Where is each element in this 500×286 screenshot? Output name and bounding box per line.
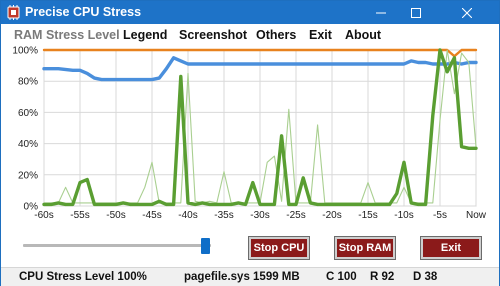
y-tick-label: 20% (18, 170, 38, 181)
y-tick-label: 40% (18, 139, 38, 150)
cpu-stress-chart: 0%20%40%60%80%100%-60s -55s -50s -45s -40s -3… (12, 46, 487, 222)
stop-ram-button[interactable]: Stop RAM (334, 236, 396, 260)
menu-exit[interactable]: Exit (309, 28, 332, 42)
maximize-icon (411, 7, 421, 18)
cpu-stress-level-status: CPU Stress Level 100% (19, 271, 147, 283)
cpu-chip-icon (7, 5, 20, 20)
menu-bar: RAM Stress Level Legend Screenshot Other… (1, 24, 499, 45)
x-tick-label: -55s (70, 210, 89, 221)
d-status: D 38 (413, 271, 438, 283)
slider-thumb[interactable] (201, 238, 210, 254)
app-window: Precise CPU Stress RAM Stress Level Lege… (0, 0, 500, 286)
x-tick-label: -35s (214, 210, 233, 221)
cpu-stress-slider[interactable] (23, 237, 213, 257)
window-title: Precise CPU Stress (25, 5, 142, 19)
slider-track (23, 244, 211, 247)
close-icon (461, 7, 472, 18)
title-bar[interactable]: Precise CPU Stress (1, 1, 499, 24)
menu-about[interactable]: About (345, 28, 381, 42)
r-status: R 92 (370, 271, 395, 283)
x-tick-label: -25s (286, 210, 305, 221)
minimize-icon (376, 12, 386, 13)
x-tick-label: -5s (433, 210, 447, 221)
x-tick-label: -10s (394, 210, 413, 221)
stop-cpu-button[interactable]: Stop CPU (248, 236, 310, 260)
x-tick-label: Now (466, 210, 487, 221)
menu-ram-stress-level[interactable]: RAM Stress Level (14, 28, 120, 42)
y-tick-label: 80% (18, 77, 38, 88)
minimize-button[interactable] (364, 1, 398, 24)
x-tick-label: -45s (142, 210, 161, 221)
x-tick-label: -40s (178, 210, 197, 221)
menu-others[interactable]: Others (256, 28, 296, 42)
menu-screenshot[interactable]: Screenshot (179, 28, 247, 42)
x-tick-label: -15s (358, 210, 377, 221)
close-button[interactable] (434, 1, 499, 24)
pagefile-status: pagefile.sys 1599 MB (184, 271, 300, 283)
x-tick-label: -50s (106, 210, 125, 221)
exit-button[interactable]: Exit (420, 236, 482, 260)
x-tick-label: -60s (34, 210, 53, 221)
c-status: C 100 (326, 271, 357, 283)
x-tick-label: -30s (250, 210, 269, 221)
y-tick-label: 100% (12, 46, 38, 57)
maximize-button[interactable] (399, 1, 433, 24)
y-tick-label: 60% (18, 108, 38, 119)
x-tick-label: -20s (322, 210, 341, 221)
status-bar: CPU Stress Level 100% pagefile.sys 1599 … (1, 267, 499, 286)
menu-legend[interactable]: Legend (123, 28, 167, 42)
